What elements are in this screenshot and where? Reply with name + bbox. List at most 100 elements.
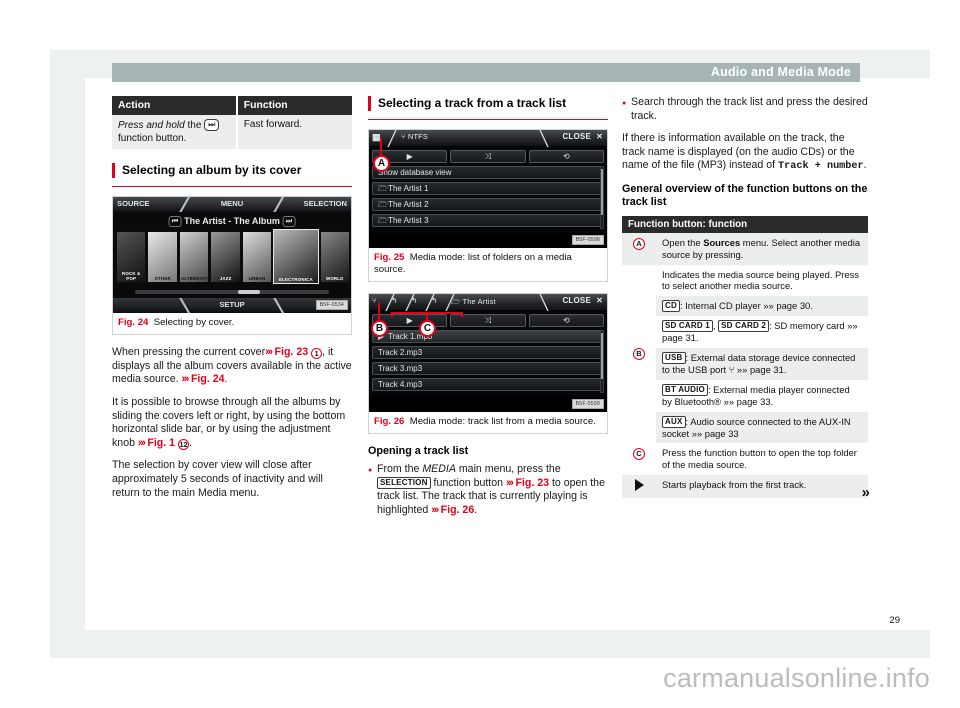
- album-cover-strip[interactable]: ROCK & POP OTHER ALTERNATIVE JAZZ URBAN …: [116, 229, 350, 285]
- table-row-a: A Open the Sources menu. Select another …: [622, 232, 868, 265]
- album-genre-label: OTHER: [154, 276, 171, 282]
- list-item-track[interactable]: Track 3.mp3: [372, 362, 604, 375]
- prev-track-icon[interactable]: ⏮: [168, 216, 182, 228]
- bullet-mid: main menu, press the: [455, 463, 561, 475]
- scrollbar[interactable]: [600, 166, 604, 229]
- action-emphasis: Press and hold: [118, 120, 185, 131]
- row-key-c: C: [622, 443, 656, 475]
- figure-26-label: Fig. 26: [374, 416, 405, 427]
- album-genre-label: ELECTRONICA: [278, 277, 313, 283]
- album-cover[interactable]: URBAN: [241, 231, 273, 284]
- row-desc-a: Open the Sources menu. Select another me…: [656, 232, 868, 265]
- usb-icon[interactable]: ⑂: [372, 296, 377, 305]
- bullet-mid2: function button: [430, 476, 506, 489]
- bar-wedge-right-bottom: [265, 298, 291, 314]
- column-right: Search through the track list and press …: [622, 96, 870, 501]
- desc-text: : Internal CD player »» page 30.: [679, 300, 813, 312]
- desc-text: : External data storage device connected…: [662, 351, 856, 375]
- back-icon-2[interactable]: ↰: [411, 296, 417, 305]
- overview-header-row: Function button: function: [622, 215, 868, 233]
- list-item[interactable]: 🗁 The Artist 1: [372, 182, 604, 195]
- mmi-path-bar-2: ⑂ ↰ ↰ ↰ 🗁 The Artist CLOSE ✕: [369, 294, 607, 311]
- function-button-overview-table: Function button: function A Open the Sou…: [622, 215, 868, 498]
- callout-a: A: [373, 155, 390, 172]
- callout-ref-1: 1: [311, 348, 323, 360]
- list-item-track[interactable]: Track 2.mp3: [372, 346, 604, 359]
- column-middle: Selecting a track from a track list ▦ ⑂ …: [368, 96, 608, 526]
- shuffle-button[interactable]: ⤨: [450, 150, 526, 163]
- path-separator: [385, 130, 399, 147]
- list-item-track[interactable]: Track 4.mp3: [372, 378, 604, 391]
- track-number-literal: Track + number: [778, 161, 864, 173]
- close-icon[interactable]: ✕: [596, 296, 603, 305]
- table-row-b-4: USB: External data storage device connec…: [622, 347, 868, 380]
- slide-bar-thumb[interactable]: [237, 290, 260, 295]
- chip-bt-audio: BT AUDIO: [662, 383, 708, 396]
- figure-code: B5F-0599: [571, 399, 604, 409]
- repeat-button[interactable]: ⟲: [528, 150, 604, 163]
- album-cover-selected[interactable]: ELECTRONICA: [273, 229, 319, 285]
- action-suffix: function button.: [118, 132, 187, 144]
- list-item-database-view[interactable]: Show database view: [372, 166, 604, 179]
- row-desc-b-2: CD: Internal CD player »» page 30.: [656, 296, 868, 317]
- softkey-source[interactable]: SOURCE: [117, 199, 150, 208]
- paragraph-track-info: If there is information available on the…: [622, 132, 868, 174]
- callout-bracket-c-left: [391, 312, 393, 317]
- section-title-track-list: Selecting a track from a track list: [368, 96, 608, 111]
- row-desc-b-6: AUX: Audio source connected to the AUX-I…: [656, 411, 868, 444]
- album-genre-label: JAZZ: [219, 276, 232, 282]
- close-icon[interactable]: ✕: [596, 132, 603, 141]
- softkey-menu[interactable]: MENU: [221, 199, 243, 208]
- figure-25: ▦ ⑂ NTFS CLOSE ✕ ▶ ⤨ ⟲ Show database vie…: [368, 129, 608, 282]
- back-icon-3[interactable]: ↰: [431, 296, 437, 305]
- bar-wedge-left: [171, 197, 197, 213]
- scrollbar[interactable]: [600, 330, 604, 393]
- table-row: Press and hold the ⏭ function button. Fa…: [112, 115, 352, 150]
- album-cover[interactable]: ALTERNATIVE: [178, 231, 210, 284]
- list-item[interactable]: 🗁 The Artist 3: [372, 214, 604, 227]
- album-cover[interactable]: ROCK & POP: [116, 231, 147, 284]
- row-desc-b-5: BT AUDIO: External media player connecte…: [656, 379, 868, 412]
- callout-bracket-c-right: [461, 312, 463, 317]
- album-cover[interactable]: JAZZ: [210, 231, 241, 284]
- chip-sd-card-1: SD CARD 1: [662, 320, 713, 333]
- close-label[interactable]: CLOSE: [562, 296, 591, 305]
- close-label[interactable]: CLOSE: [562, 132, 591, 141]
- selection-function-button[interactable]: SELECTION: [377, 476, 431, 489]
- action-mid: the: [184, 120, 205, 131]
- scrollbar-thumb[interactable]: [601, 333, 603, 379]
- album-genre-label: URBAN: [248, 276, 266, 282]
- cover-slide-bar[interactable]: [135, 290, 329, 295]
- col-header-function: Function: [236, 96, 352, 115]
- page-number: 29: [889, 615, 900, 626]
- table-row-b-6: AUX: Audio source connected to the AUX-I…: [622, 411, 868, 444]
- figure-24-text: Selecting by cover.: [153, 317, 235, 329]
- callout-key-c: C: [633, 448, 645, 461]
- desc-bold: Sources: [703, 236, 741, 248]
- cell-function: Fast forward.: [236, 115, 352, 150]
- figure-code: B5F-0598: [571, 235, 604, 245]
- list-item-current-track[interactable]: ▶ Track 1.mp3: [372, 330, 604, 343]
- folder-icon: 🗁: [451, 297, 461, 306]
- table-row-b-1: B Indicates the media source being playe…: [622, 264, 868, 444]
- list-item[interactable]: 🗁 The Artist 2: [372, 198, 604, 211]
- softkey-selection[interactable]: SELECTION: [304, 199, 347, 208]
- album-cover[interactable]: OTHER: [147, 231, 178, 284]
- section-rule: [112, 186, 352, 188]
- overview-header: Function button: function: [622, 215, 868, 233]
- mmi-top-bar: SOURCE MENU SELECTION: [113, 197, 351, 213]
- album-cover[interactable]: WORLD: [319, 231, 350, 284]
- action-function-table: Action Function Press and hold the ⏭ fun…: [112, 96, 352, 150]
- album-genre-label: ROCK & POP: [121, 271, 141, 282]
- album-genre-label: ALTERNATIVE: [180, 276, 208, 282]
- next-track-icon[interactable]: ⏭: [282, 216, 296, 228]
- scrollbar-thumb[interactable]: [601, 169, 603, 215]
- bullet-list-search: Search through the track list and press …: [622, 96, 868, 123]
- repeat-button[interactable]: ⟲: [528, 314, 604, 327]
- list-item: From the MEDIA main menu, press the SELE…: [368, 463, 608, 517]
- figure-24: SOURCE MENU SELECTION ⏮ The Artist - The…: [112, 196, 352, 336]
- cell-action: Press and hold the ⏭ function button.: [112, 115, 238, 150]
- figure-25-caption: Fig. 25 Media mode: list of folders on a…: [369, 248, 607, 281]
- back-icon-1[interactable]: ↰: [391, 296, 397, 305]
- softkey-setup[interactable]: SETUP: [219, 300, 244, 309]
